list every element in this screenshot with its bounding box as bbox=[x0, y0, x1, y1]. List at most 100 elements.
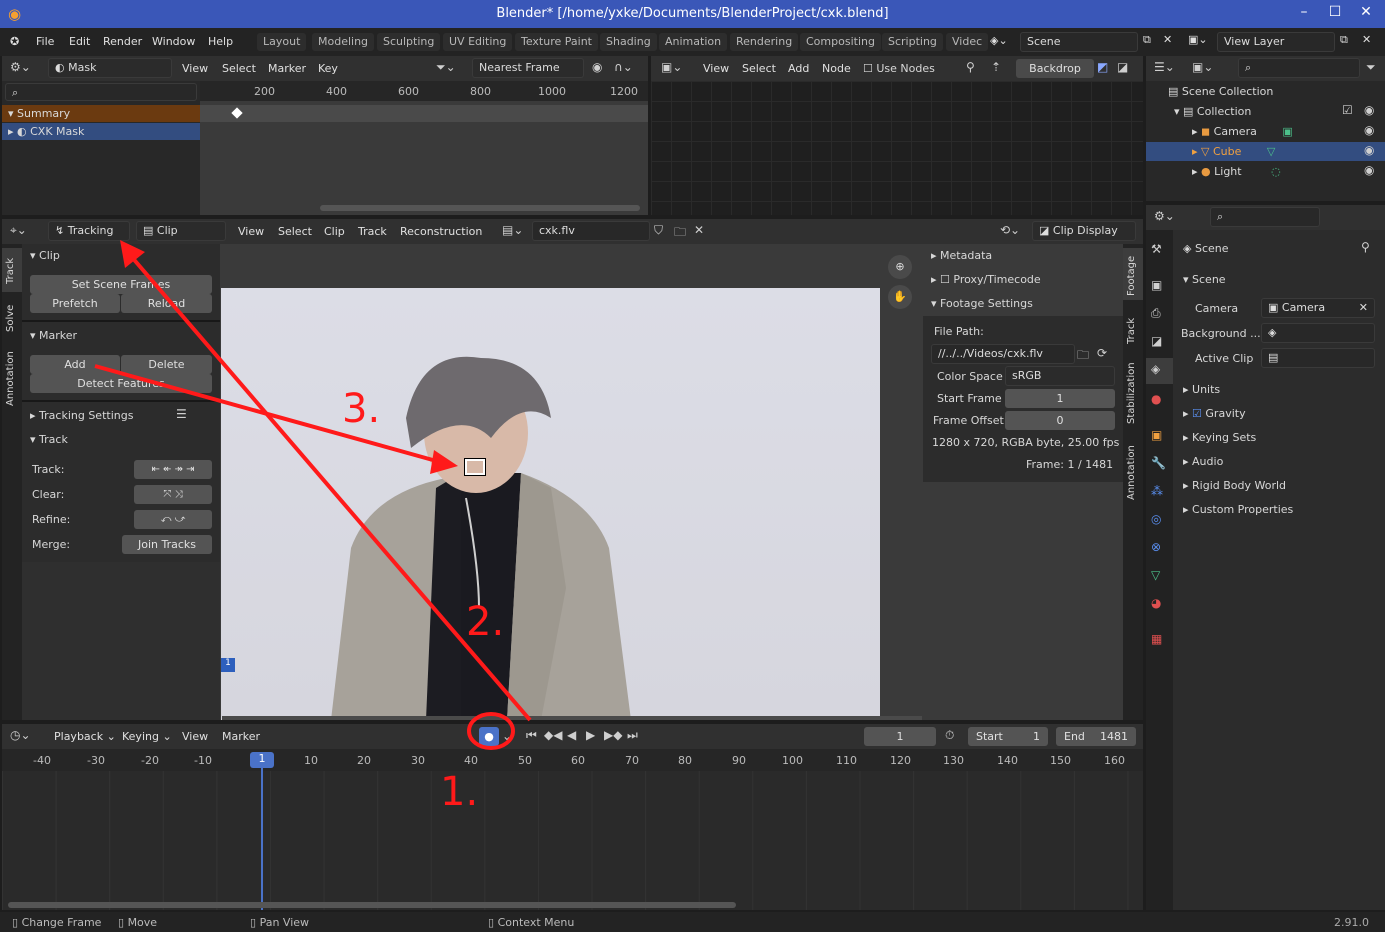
blender-menu-icon[interactable]: ✪ bbox=[10, 35, 19, 48]
prev-keyframe-icon[interactable]: ◆◀ bbox=[544, 728, 562, 742]
scene-collection-row[interactable]: ▤ Scene Collection bbox=[1168, 85, 1273, 98]
menu-help[interactable]: Help bbox=[208, 35, 233, 48]
reload-button[interactable]: Reload bbox=[121, 294, 212, 313]
backdrop-alpha-icon[interactable]: ◪ bbox=[1117, 60, 1128, 74]
end-frame-range[interactable]: End 1481 bbox=[1056, 727, 1136, 746]
menu-file[interactable]: File bbox=[36, 35, 54, 48]
clip-select-menu[interactable]: Select bbox=[278, 225, 312, 238]
modifier-tab-icon[interactable]: 🔧 bbox=[1151, 456, 1166, 470]
zoom-icon[interactable]: ⊕ bbox=[888, 255, 912, 279]
clip-track-menu[interactable]: Track bbox=[358, 225, 387, 238]
next-keyframe-icon[interactable]: ▶◆ bbox=[604, 728, 622, 742]
node-canvas[interactable] bbox=[651, 81, 1143, 215]
start-frame-field[interactable]: 1 bbox=[1005, 389, 1115, 408]
outliner-filter-icon[interactable]: ⏷ bbox=[1366, 60, 1376, 75]
view-layer-field[interactable]: View Layer bbox=[1217, 32, 1335, 52]
remove-scene-icon[interactable]: ✕ bbox=[1163, 33, 1172, 46]
object-tab-icon[interactable]: ▣ bbox=[1151, 428, 1162, 442]
backdrop-button[interactable]: Backdrop bbox=[1016, 59, 1094, 78]
keying-sets-panel[interactable]: ▸ Keying Sets bbox=[1183, 431, 1256, 444]
outliner-cube-label[interactable]: ▸ ▽ Cube ▽ bbox=[1192, 145, 1275, 158]
properties-search[interactable]: ⌕ bbox=[1210, 207, 1320, 227]
timeline-view-menu[interactable]: View bbox=[182, 730, 208, 743]
list-icon[interactable]: ☰ bbox=[176, 407, 187, 421]
clip-view-menu[interactable]: View bbox=[238, 225, 264, 238]
outliner-light-row[interactable]: ▸ ● Light ◌ bbox=[1192, 165, 1281, 178]
clip-editor-type-icon[interactable]: ⌖⌄ bbox=[10, 223, 27, 238]
video-frame[interactable] bbox=[221, 288, 880, 720]
annotation-tab-label[interactable]: Annotation bbox=[5, 351, 16, 406]
delete-marker-button[interactable]: Delete bbox=[121, 355, 212, 374]
tracking-mode-dropdown[interactable]: ↯ Tracking bbox=[48, 221, 130, 241]
clip-reconstruction-menu[interactable]: Reconstruction bbox=[400, 225, 482, 238]
new-scene-icon[interactable]: ⧉ bbox=[1143, 33, 1151, 47]
new-view-layer-icon[interactable]: ⧉ bbox=[1340, 33, 1348, 47]
browse-folder-icon[interactable]: 🗀 bbox=[1077, 346, 1089, 367]
tool-tab-icon[interactable]: ⚒ bbox=[1151, 242, 1162, 256]
clip-clip-menu[interactable]: Clip bbox=[324, 225, 345, 238]
refine-buttons[interactable]: ⤺ ⤻ bbox=[134, 510, 212, 529]
dopesheet-scrollbar[interactable] bbox=[320, 205, 640, 211]
gravity-checkbox[interactable]: ☑ bbox=[1192, 407, 1202, 420]
play-reverse-icon[interactable]: ◀ bbox=[567, 728, 576, 742]
prefetch-button[interactable]: Prefetch bbox=[30, 294, 120, 313]
dopesheet-select-menu[interactable]: Select bbox=[222, 62, 256, 75]
tab-animation[interactable]: Animation bbox=[659, 33, 728, 51]
render-tab-icon[interactable]: ▣ bbox=[1151, 278, 1162, 292]
solve-tab-label[interactable]: Solve bbox=[5, 305, 16, 332]
playhead-frame-badge[interactable]: 1 bbox=[250, 752, 274, 768]
dopesheet-timeline[interactable]: 200 400 600 800 1000 1200 bbox=[200, 81, 648, 215]
pan-hand-icon[interactable]: ✋ bbox=[888, 285, 912, 309]
custom-properties-panel[interactable]: ▸ Custom Properties bbox=[1183, 503, 1293, 516]
auto-keying-record-button[interactable]: ● bbox=[479, 727, 499, 746]
rigid-body-world-panel[interactable]: ▸ Rigid Body World bbox=[1183, 479, 1286, 492]
particles-tab-icon[interactable]: ⁂ bbox=[1151, 484, 1163, 498]
track-tab-right-label[interactable]: Track bbox=[1126, 318, 1137, 344]
timeline-marker-menu[interactable]: Marker bbox=[222, 730, 260, 743]
start-frame-range[interactable]: Start 1 bbox=[968, 727, 1048, 746]
play-icon[interactable]: ▶ bbox=[586, 728, 595, 742]
file-path-field[interactable]: //../../Videos/cxk.flv bbox=[931, 344, 1075, 364]
clip-view-dropdown[interactable]: ▤ Clip bbox=[136, 221, 226, 241]
proxy-panel[interactable]: ▸ ☐ Proxy/Timecode bbox=[931, 273, 1041, 286]
properties-type-icon[interactable]: ⚙⌄ bbox=[1154, 209, 1175, 223]
node-editor-type-icon[interactable]: ▣⌄ bbox=[661, 60, 682, 74]
remove-view-layer-icon[interactable]: ✕ bbox=[1362, 33, 1371, 46]
playback-menu[interactable]: Playback ⌄ bbox=[54, 730, 116, 743]
unlink-clip-icon[interactable]: ✕ bbox=[694, 223, 704, 237]
tracking-settings-header[interactable]: ▸ Tracking Settings bbox=[30, 409, 133, 422]
node-view-menu[interactable]: View bbox=[703, 62, 729, 75]
editor-type-icon[interactable]: ⚙⌄ bbox=[10, 60, 31, 74]
gravity-panel[interactable]: ▸ ☑ Gravity bbox=[1183, 407, 1246, 420]
reload-icon[interactable]: ⟳ bbox=[1097, 346, 1107, 360]
exclude-checkbox[interactable]: ☑ bbox=[1342, 103, 1353, 117]
menu-window[interactable]: Window bbox=[152, 35, 195, 48]
visibility-eye-icon[interactable]: ◉ bbox=[1364, 143, 1374, 157]
annotation-tab-right-label[interactable]: Annotation bbox=[1126, 445, 1137, 500]
keying-menu[interactable]: Keying ⌄ bbox=[122, 730, 172, 743]
playhead-line[interactable] bbox=[261, 768, 263, 910]
mask-channel-row[interactable]: ▸ ◐ CXK Mask bbox=[2, 123, 200, 140]
constraints-tab-icon[interactable]: ⊗ bbox=[1151, 540, 1161, 554]
tab-rendering[interactable]: Rendering bbox=[730, 33, 799, 51]
color-space-dropdown[interactable]: sRGB bbox=[1005, 366, 1115, 386]
jump-start-icon[interactable]: ⏮ bbox=[526, 728, 537, 743]
units-panel[interactable]: ▸ Units bbox=[1183, 383, 1220, 396]
metadata-panel[interactable]: ▸ Metadata bbox=[931, 249, 992, 262]
parent-icon[interactable]: ⇡ bbox=[991, 60, 1001, 74]
tab-sculpting[interactable]: Sculpting bbox=[377, 33, 441, 51]
node-node-menu[interactable]: Node bbox=[822, 62, 851, 75]
outliner-camera-row[interactable]: ▸ ◼ Camera ▣ bbox=[1192, 125, 1293, 138]
outliner-search[interactable]: ⌕ bbox=[1238, 58, 1360, 78]
marker-panel-header[interactable]: ▾ Marker bbox=[30, 329, 77, 342]
timeline-area[interactable]: -40 -30 -20 -10 1 10 20 30 40 50 60 70 8… bbox=[2, 749, 1143, 910]
stabilization-tab-label[interactable]: Stabilization bbox=[1126, 362, 1137, 424]
tab-shading[interactable]: Shading bbox=[600, 33, 657, 51]
world-tab-icon[interactable]: ● bbox=[1151, 392, 1161, 406]
tab-texture-paint[interactable]: Texture Paint bbox=[515, 33, 598, 51]
open-clip-icon[interactable]: 🗀 bbox=[674, 223, 686, 244]
active-clip-field[interactable]: ▤ bbox=[1261, 348, 1375, 368]
tracking-marker[interactable] bbox=[464, 458, 486, 476]
clip-display-dropdown[interactable]: ◪ Clip Display bbox=[1032, 221, 1136, 241]
scene-panel-header[interactable]: ▾ Scene bbox=[1183, 273, 1226, 286]
